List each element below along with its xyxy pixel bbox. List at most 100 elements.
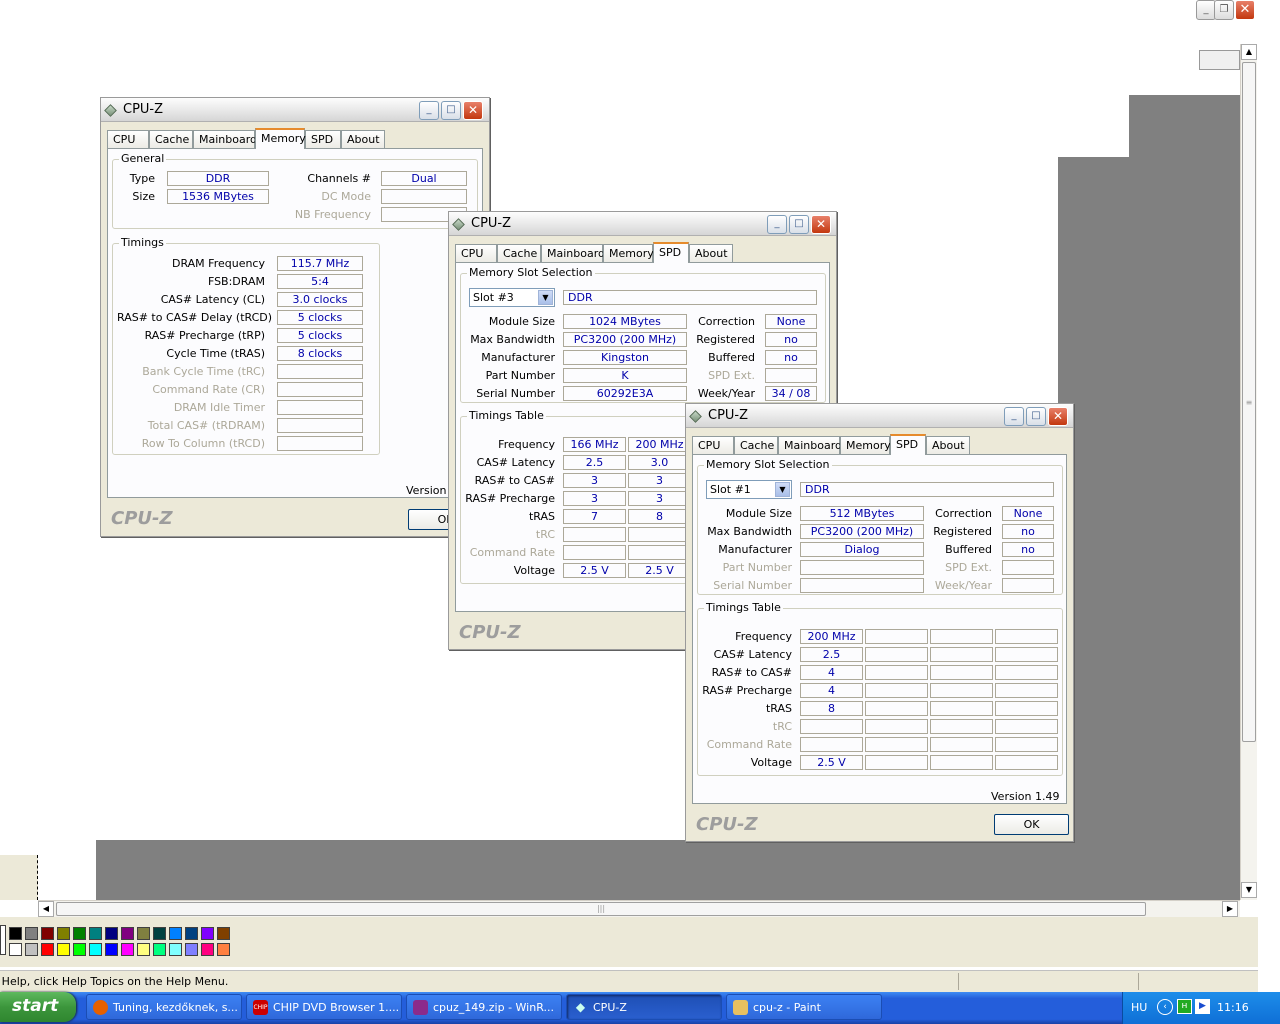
palette-color-swatch[interactable] [9,943,22,956]
tab-cache[interactable]: Cache [734,436,778,454]
palette-color-swatch[interactable] [105,927,118,940]
maximize-button[interactable]: □ [1026,407,1046,426]
palette-color-swatch[interactable] [137,927,150,940]
media-play-icon[interactable]: ▶ [1195,999,1210,1014]
timing-value [277,436,363,451]
scroll-up-arrow-icon[interactable]: ▲ [1241,44,1257,60]
taskbar-item-firefox[interactable]: Tuning, kezdőknek, s... [86,994,242,1020]
tab-about[interactable]: About [926,436,970,454]
palette-color-swatch[interactable] [57,943,70,956]
taskbar-item-cpuz[interactable]: ◆ CPU-Z [566,994,722,1020]
tab-memory[interactable]: Memory [840,436,891,454]
timing-label: RAS# to CAS# Delay (tRCD) [117,311,273,324]
tab-spd[interactable]: SPD [653,242,689,263]
palette-color-swatch[interactable] [185,943,198,956]
horizontal-scroll-thumb[interactable]: ||| [56,902,1146,916]
minimize-button[interactable]: _ [419,101,439,120]
maximize-button[interactable]: □ [441,101,461,120]
palette-color-swatch[interactable] [121,943,134,956]
palette-color-swatch[interactable] [153,943,166,956]
palette-color-swatch[interactable] [9,927,22,940]
palette-color-swatch[interactable] [41,943,54,956]
tab-mainboard[interactable]: Mainboard [193,130,257,148]
timing-cell [995,719,1058,734]
size-label: Size [132,190,155,203]
maximize-button[interactable]: □ [789,215,809,234]
slot-select[interactable]: Slot #3 ▼ [469,288,555,307]
palette-color-swatch[interactable] [153,927,166,940]
palette-color-swatch[interactable] [57,927,70,940]
palette-color-swatch[interactable] [89,943,102,956]
close-button[interactable]: ✕ [1048,407,1068,426]
palette-color-swatch[interactable] [201,927,214,940]
paint-minimize-button[interactable]: _ [1196,0,1216,20]
chevron-down-icon[interactable]: ▼ [775,482,790,497]
tab-spd[interactable]: SPD [890,434,926,455]
paint-close-button[interactable]: ✕ [1235,0,1255,20]
palette-color-swatch[interactable] [217,927,230,940]
palette-color-swatch[interactable] [25,927,38,940]
slot-select[interactable]: Slot #1 ▼ [706,480,792,499]
palette-color-swatch[interactable] [73,927,86,940]
palette-color-swatch[interactable] [137,943,150,956]
ok-button[interactable]: OK [994,814,1069,835]
palette-color-swatch[interactable] [25,943,38,956]
vertical-scrollbar[interactable]: ▲ ≡ ▼ [1240,44,1257,900]
palette-color-swatch[interactable] [169,927,182,940]
tab-about[interactable]: About [689,244,733,262]
tab-about[interactable]: About [341,130,385,148]
chevron-down-icon[interactable]: ▼ [538,290,553,305]
spd-field-label: Week/Year [934,579,992,592]
tab-memory[interactable]: Memory [603,244,654,262]
palette-color-swatch[interactable] [105,943,118,956]
tab-mainboard[interactable]: Mainboard [778,436,842,454]
taskbar-item-paint[interactable]: cpu-z - Paint [726,994,882,1020]
tab-cpu[interactable]: CPU [455,244,497,262]
scroll-left-arrow-icon[interactable]: ◀ [38,901,54,917]
close-button[interactable]: ✕ [811,215,831,234]
palette-color-swatch[interactable] [185,927,198,940]
minimize-button[interactable]: _ [767,215,787,234]
palette-color-swatch[interactable] [217,943,230,956]
scroll-right-arrow-icon[interactable]: ▶ [1222,901,1238,917]
paint-restore-button[interactable]: ❐ [1214,0,1234,20]
spd-field-label: Manufacturer [718,543,792,556]
title-bar[interactable]: CPU-Z _ □ ✕ [101,98,489,122]
language-indicator[interactable]: HU [1131,1001,1147,1014]
tab-cpu[interactable]: CPU [107,130,149,148]
timing-cell [865,737,928,752]
palette-color-swatch[interactable] [89,927,102,940]
spd-field-value: None [1002,506,1054,521]
vertical-scroll-thumb[interactable]: ≡ [1242,62,1256,742]
palette-color-swatch[interactable] [73,943,86,956]
tray-app-icon[interactable]: н [1177,999,1192,1014]
tab-cache[interactable]: Cache [497,244,541,262]
close-button[interactable]: ✕ [463,101,483,120]
scroll-down-arrow-icon[interactable]: ▼ [1241,882,1257,898]
memory-panel: General Type DDR Size 1536 MBytes Channe… [107,148,483,498]
title-bar[interactable]: CPU-Z _ □ ✕ [686,404,1073,428]
title-bar[interactable]: CPU-Z _ □ ✕ [449,212,836,236]
palette-color-swatch[interactable] [201,943,214,956]
type-label: Type [129,172,155,185]
palette-color-swatch[interactable] [41,927,54,940]
start-button[interactable]: start [0,992,76,1022]
tab-cpu[interactable]: CPU [692,436,734,454]
color-palette[interactable] [0,925,240,959]
taskbar-item-winrar[interactable]: cpuz_149.zip - WinR... [406,994,562,1020]
tray-collapse-icon[interactable]: ‹ [1157,999,1173,1015]
tab-memory[interactable]: Memory [255,128,306,149]
tab-spd[interactable]: SPD [305,130,341,148]
tab-mainboard[interactable]: Mainboard [541,244,605,262]
timing-label: CAS# Latency [713,648,792,661]
palette-color-swatch[interactable] [121,927,134,940]
chip-icon: CHIP [253,1000,268,1015]
palette-color-swatch[interactable] [169,943,182,956]
timing-cell [995,755,1058,770]
horizontal-scrollbar[interactable]: ◀ ||| ▶ [38,900,1240,917]
timing-cell [930,647,993,662]
taskbar-item-chip[interactable]: CHIP CHIP DVD Browser 1.... [246,994,402,1020]
minimize-button[interactable]: _ [1004,407,1024,426]
dc-mode-label: DC Mode [321,190,371,203]
tab-cache[interactable]: Cache [149,130,193,148]
